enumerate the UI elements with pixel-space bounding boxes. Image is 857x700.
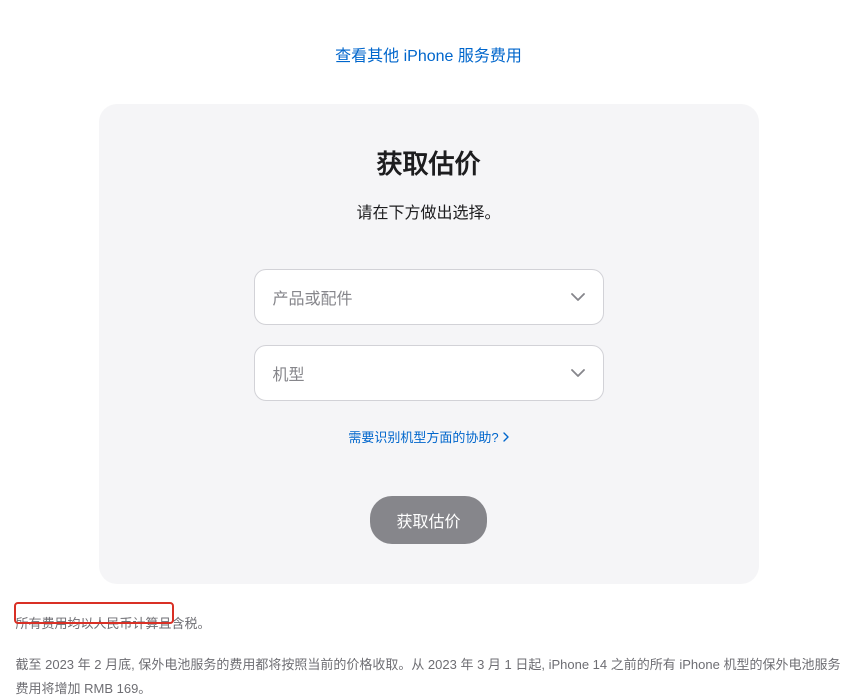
other-services-link[interactable]: 查看其他 iPhone 服务费用 (335, 48, 522, 65)
chevron-down-icon (571, 293, 585, 301)
other-services-link-container: 查看其他 iPhone 服务费用 (0, 0, 857, 66)
product-select[interactable]: 产品或配件 (254, 269, 604, 325)
model-select-wrap: 机型 (254, 345, 604, 401)
footnote-tax: 所有费用均以人民币计算且含税。 (16, 612, 842, 635)
help-link-label: 需要识别机型方面的协助? (348, 427, 498, 446)
chevron-right-icon (503, 432, 509, 442)
chevron-down-icon (571, 369, 585, 377)
model-select[interactable]: 机型 (254, 345, 604, 401)
identify-model-help-link[interactable]: 需要识别机型方面的协助? (348, 427, 508, 446)
get-estimate-button[interactable]: 获取估价 (370, 496, 486, 544)
footnote-section: 所有费用均以人民币计算且含税。 截至 2023 年 2 月底, 保外电池服务的费… (14, 612, 844, 700)
model-select-placeholder: 机型 (273, 361, 305, 385)
card-title: 获取估价 (99, 144, 759, 181)
product-select-wrap: 产品或配件 (254, 269, 604, 325)
product-select-placeholder: 产品或配件 (273, 285, 353, 309)
estimate-card: 获取估价 请在下方做出选择。 产品或配件 机型 需要识别机型方面的协助? 获取估… (99, 104, 759, 584)
card-subtitle: 请在下方做出选择。 (99, 199, 759, 223)
footnote-price-change: 截至 2023 年 2 月底, 保外电池服务的费用都将按照当前的价格收取。从 2… (16, 653, 842, 700)
